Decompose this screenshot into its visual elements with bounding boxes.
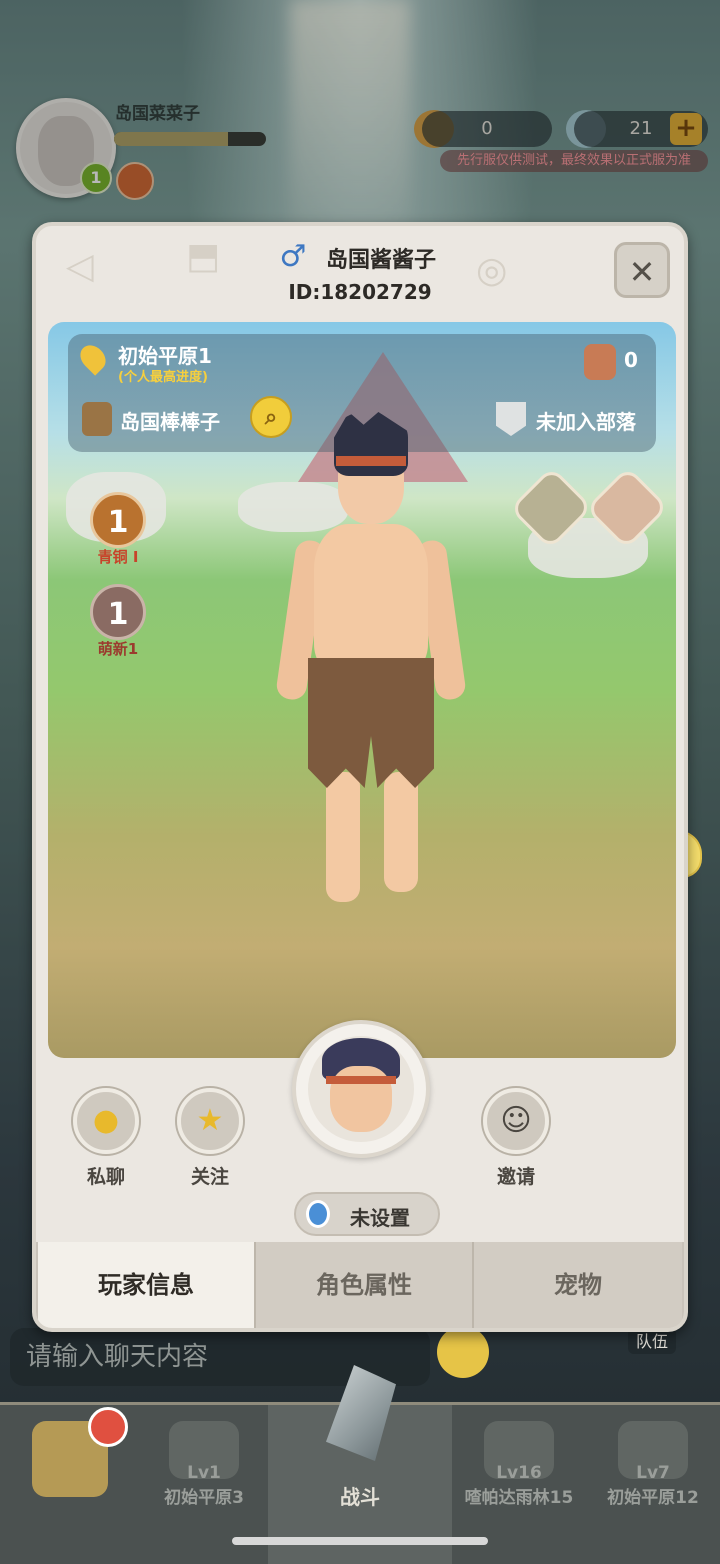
stage-level: Lv16 bbox=[496, 1463, 542, 1483]
character-portrait[interactable] bbox=[292, 1020, 430, 1158]
location-pin-icon bbox=[306, 1200, 330, 1228]
tribe-member-icon bbox=[82, 402, 112, 436]
close-button[interactable]: ✕ bbox=[614, 242, 670, 298]
power-value: 0 bbox=[624, 348, 638, 372]
stage-name: 喳帕达雨林15 bbox=[464, 1488, 574, 1508]
friend-name: 岛国棒棒子 bbox=[120, 410, 220, 434]
power-icon bbox=[584, 344, 616, 380]
player-info-modal: ◁ ⬒ ◎ ♂ 岛国酱酱子 ID:18202729 ✕ 初始平原1 (个人最高进… bbox=[32, 222, 688, 1332]
home-indicator[interactable] bbox=[232, 1537, 488, 1545]
notification-dot bbox=[88, 1407, 128, 1447]
rank-label: 青铜 I bbox=[97, 548, 139, 566]
star-icon: ★ bbox=[177, 1088, 243, 1154]
invite-user-icon: ☺ bbox=[483, 1088, 549, 1154]
invite-button[interactable]: ☺ 邀请 bbox=[480, 1088, 552, 1189]
nav-stage-3[interactable]: Lv7 初始平原12 bbox=[586, 1405, 720, 1564]
character-scene: 初始平原1 (个人最高进度) 0 岛国棒棒子 ⌕ 未加入部落 1 青铜 I 1 … bbox=[48, 322, 676, 1058]
private-chat-label: 私聊 bbox=[86, 1166, 125, 1188]
follow-button[interactable]: ★ 关注 bbox=[174, 1088, 246, 1189]
male-icon: ♂ bbox=[279, 239, 307, 274]
modal-header: ◁ ⬒ ◎ ♂ 岛国酱酱子 ID:18202729 ✕ bbox=[36, 226, 684, 316]
private-chat-button[interactable]: ● 私聊 bbox=[70, 1088, 142, 1189]
tab-pets[interactable]: 宠物 bbox=[474, 1242, 682, 1328]
newbie-medal-icon: 1 bbox=[90, 584, 146, 640]
location-subtitle: (个人最高进度) bbox=[118, 370, 208, 385]
nav-home[interactable] bbox=[0, 1405, 140, 1564]
rank-bronze[interactable]: 1 青铜 I bbox=[86, 492, 150, 567]
location-setting-label: 未设置 bbox=[350, 1206, 410, 1230]
chat-bubble-icon: ● bbox=[73, 1088, 139, 1154]
battle-label: 战斗 bbox=[340, 1485, 380, 1509]
tab-player-info[interactable]: 玩家信息 bbox=[38, 1242, 256, 1328]
rank-newbie[interactable]: 1 萌新1 bbox=[86, 584, 150, 659]
rank-label: 萌新1 bbox=[97, 640, 139, 658]
bronze-medal-icon: 1 bbox=[90, 492, 146, 548]
decor-stone-icon: ⬒ bbox=[186, 236, 221, 277]
tab-character-attributes[interactable]: 角色属性 bbox=[256, 1242, 474, 1328]
stage-level: Lv1 bbox=[187, 1463, 221, 1483]
emoji-icon[interactable] bbox=[437, 1326, 489, 1378]
character-model bbox=[275, 412, 467, 912]
location-setting-button[interactable]: 未设置 bbox=[294, 1192, 440, 1236]
player-id: ID:18202729 bbox=[288, 280, 432, 304]
tribe-status: 未加入部落 bbox=[536, 410, 636, 434]
location-name: 初始平原1 bbox=[118, 344, 212, 368]
stage-name: 初始平原3 bbox=[164, 1488, 244, 1508]
stage-name: 初始平原12 bbox=[607, 1488, 699, 1508]
modal-title: 岛国酱酱子 bbox=[326, 248, 437, 273]
invite-label: 邀请 bbox=[496, 1166, 535, 1188]
follow-label: 关注 bbox=[190, 1166, 229, 1188]
stage-level: Lv7 bbox=[636, 1463, 670, 1483]
modal-tabs: 玩家信息 角色属性 宠物 bbox=[36, 1242, 684, 1328]
